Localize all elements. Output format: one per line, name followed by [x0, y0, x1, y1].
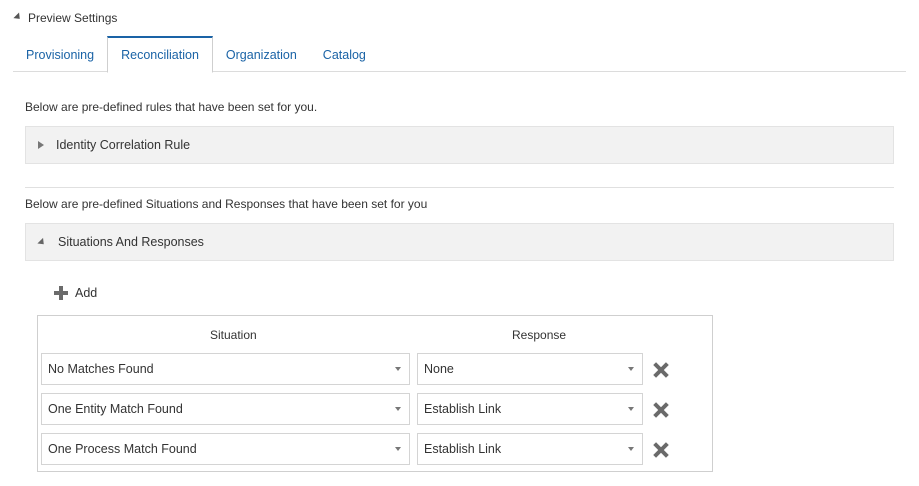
tab-reconciliation[interactable]: Reconciliation	[107, 36, 213, 73]
tab-organization[interactable]: Organization	[213, 36, 310, 72]
response-value: None	[424, 362, 454, 376]
rules-note: Below are pre-defined rules that have be…	[25, 100, 318, 114]
situation-value: One Entity Match Found	[48, 402, 183, 416]
situation-select[interactable]: One Entity Match Found	[41, 393, 410, 425]
preview-settings-header[interactable]: Preview Settings	[13, 11, 118, 25]
dropdown-caret-icon	[395, 447, 401, 451]
plus-icon	[54, 286, 68, 300]
dropdown-caret-icon	[628, 447, 634, 451]
dropdown-caret-icon	[628, 407, 634, 411]
collapse-triangle-icon	[13, 11, 23, 22]
delete-row-icon[interactable]	[653, 402, 669, 418]
situation-select[interactable]: One Process Match Found	[41, 433, 410, 465]
response-value: Establish Link	[424, 402, 502, 416]
dropdown-caret-icon	[395, 367, 401, 371]
tab-bar: Provisioning Reconciliation Organization…	[13, 36, 906, 73]
response-select[interactable]: None	[417, 353, 643, 385]
situation-column-header: Situation	[210, 328, 257, 342]
add-button[interactable]: Add	[54, 286, 97, 300]
situations-responses-label: Situations And Responses	[58, 235, 204, 249]
tab-catalog[interactable]: Catalog	[310, 36, 379, 72]
expand-triangle-icon	[38, 141, 44, 149]
response-value: Establish Link	[424, 442, 502, 456]
situations-table: Situation Response No Matches Found None…	[37, 315, 713, 472]
delete-row-icon[interactable]	[653, 442, 669, 458]
dropdown-caret-icon	[395, 407, 401, 411]
response-select[interactable]: Establish Link	[417, 393, 643, 425]
situations-note: Below are pre-defined Situations and Res…	[25, 197, 428, 211]
response-column-header: Response	[512, 328, 567, 342]
tab-provisioning[interactable]: Provisioning	[13, 36, 107, 72]
dropdown-caret-icon	[628, 367, 634, 371]
preview-settings-title: Preview Settings	[28, 11, 118, 25]
collapse-triangle-icon	[37, 237, 47, 247]
delete-row-icon[interactable]	[653, 362, 669, 378]
situations-responses-accordion[interactable]: Situations And Responses	[25, 223, 894, 261]
situation-value: No Matches Found	[48, 362, 154, 376]
identity-correlation-rule-accordion[interactable]: Identity Correlation Rule	[25, 126, 894, 164]
add-label: Add	[75, 286, 98, 300]
identity-correlation-rule-label: Identity Correlation Rule	[56, 138, 191, 152]
situation-select[interactable]: No Matches Found	[41, 353, 410, 385]
section-divider	[25, 187, 894, 188]
situation-value: One Process Match Found	[48, 442, 197, 456]
response-select[interactable]: Establish Link	[417, 433, 643, 465]
